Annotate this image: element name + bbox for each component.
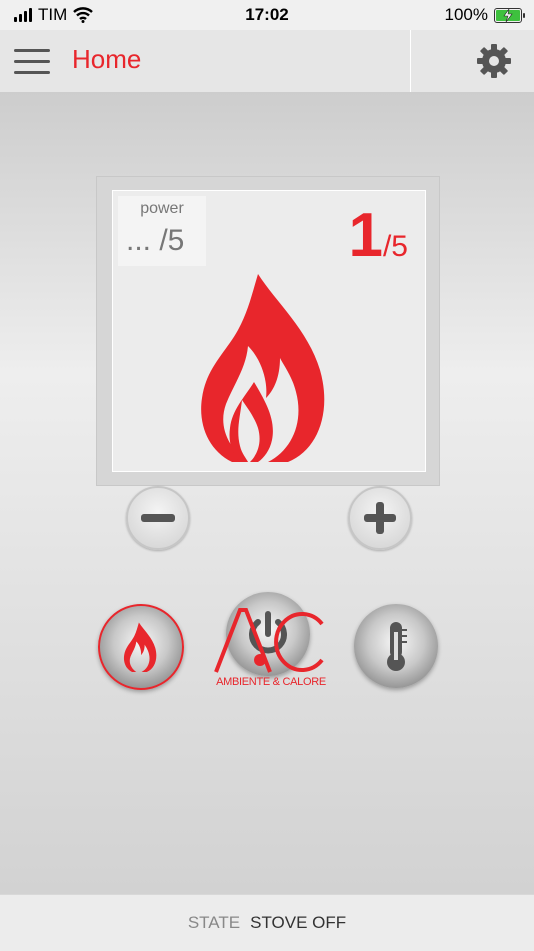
brand-tagline: AMBIENTE & CALORE <box>216 676 326 688</box>
plus-icon <box>364 502 396 534</box>
power-mode-button[interactable] <box>98 604 184 690</box>
set-power-value: 1/5 <box>348 200 408 271</box>
current-power-value: ... /5 <box>126 224 185 257</box>
set-power-number: 1 <box>348 201 383 270</box>
thermometer-icon <box>387 622 407 671</box>
set-power-max: /5 <box>382 230 408 263</box>
temperature-mode-button[interactable] <box>354 604 438 688</box>
nav-bar: Home <box>0 30 534 93</box>
state-label: STATE <box>187 913 241 932</box>
flame-icon <box>201 274 325 462</box>
current-power-label: power <box>140 200 184 217</box>
increase-power-button[interactable] <box>348 486 412 550</box>
menu-icon[interactable] <box>14 47 50 75</box>
flame-icon <box>123 622 157 672</box>
minus-icon <box>141 514 175 522</box>
brand-logo: AMBIENTE & CALORE <box>212 606 330 692</box>
current-power-box: power ... /5 <box>118 196 206 266</box>
status-bar: TIM 17:02 100% <box>0 0 534 30</box>
nav-divider <box>410 30 411 92</box>
battery-percent: 100% <box>444 5 488 24</box>
battery-icon <box>494 7 525 23</box>
state-value: STOVE OFF <box>250 913 347 932</box>
decrease-power-button[interactable] <box>126 486 190 550</box>
brand-logo-letters <box>214 608 324 673</box>
status-footer: STATE STOVE OFF <box>0 894 534 951</box>
gear-icon[interactable] <box>474 41 514 81</box>
page-title: Home <box>72 44 142 74</box>
